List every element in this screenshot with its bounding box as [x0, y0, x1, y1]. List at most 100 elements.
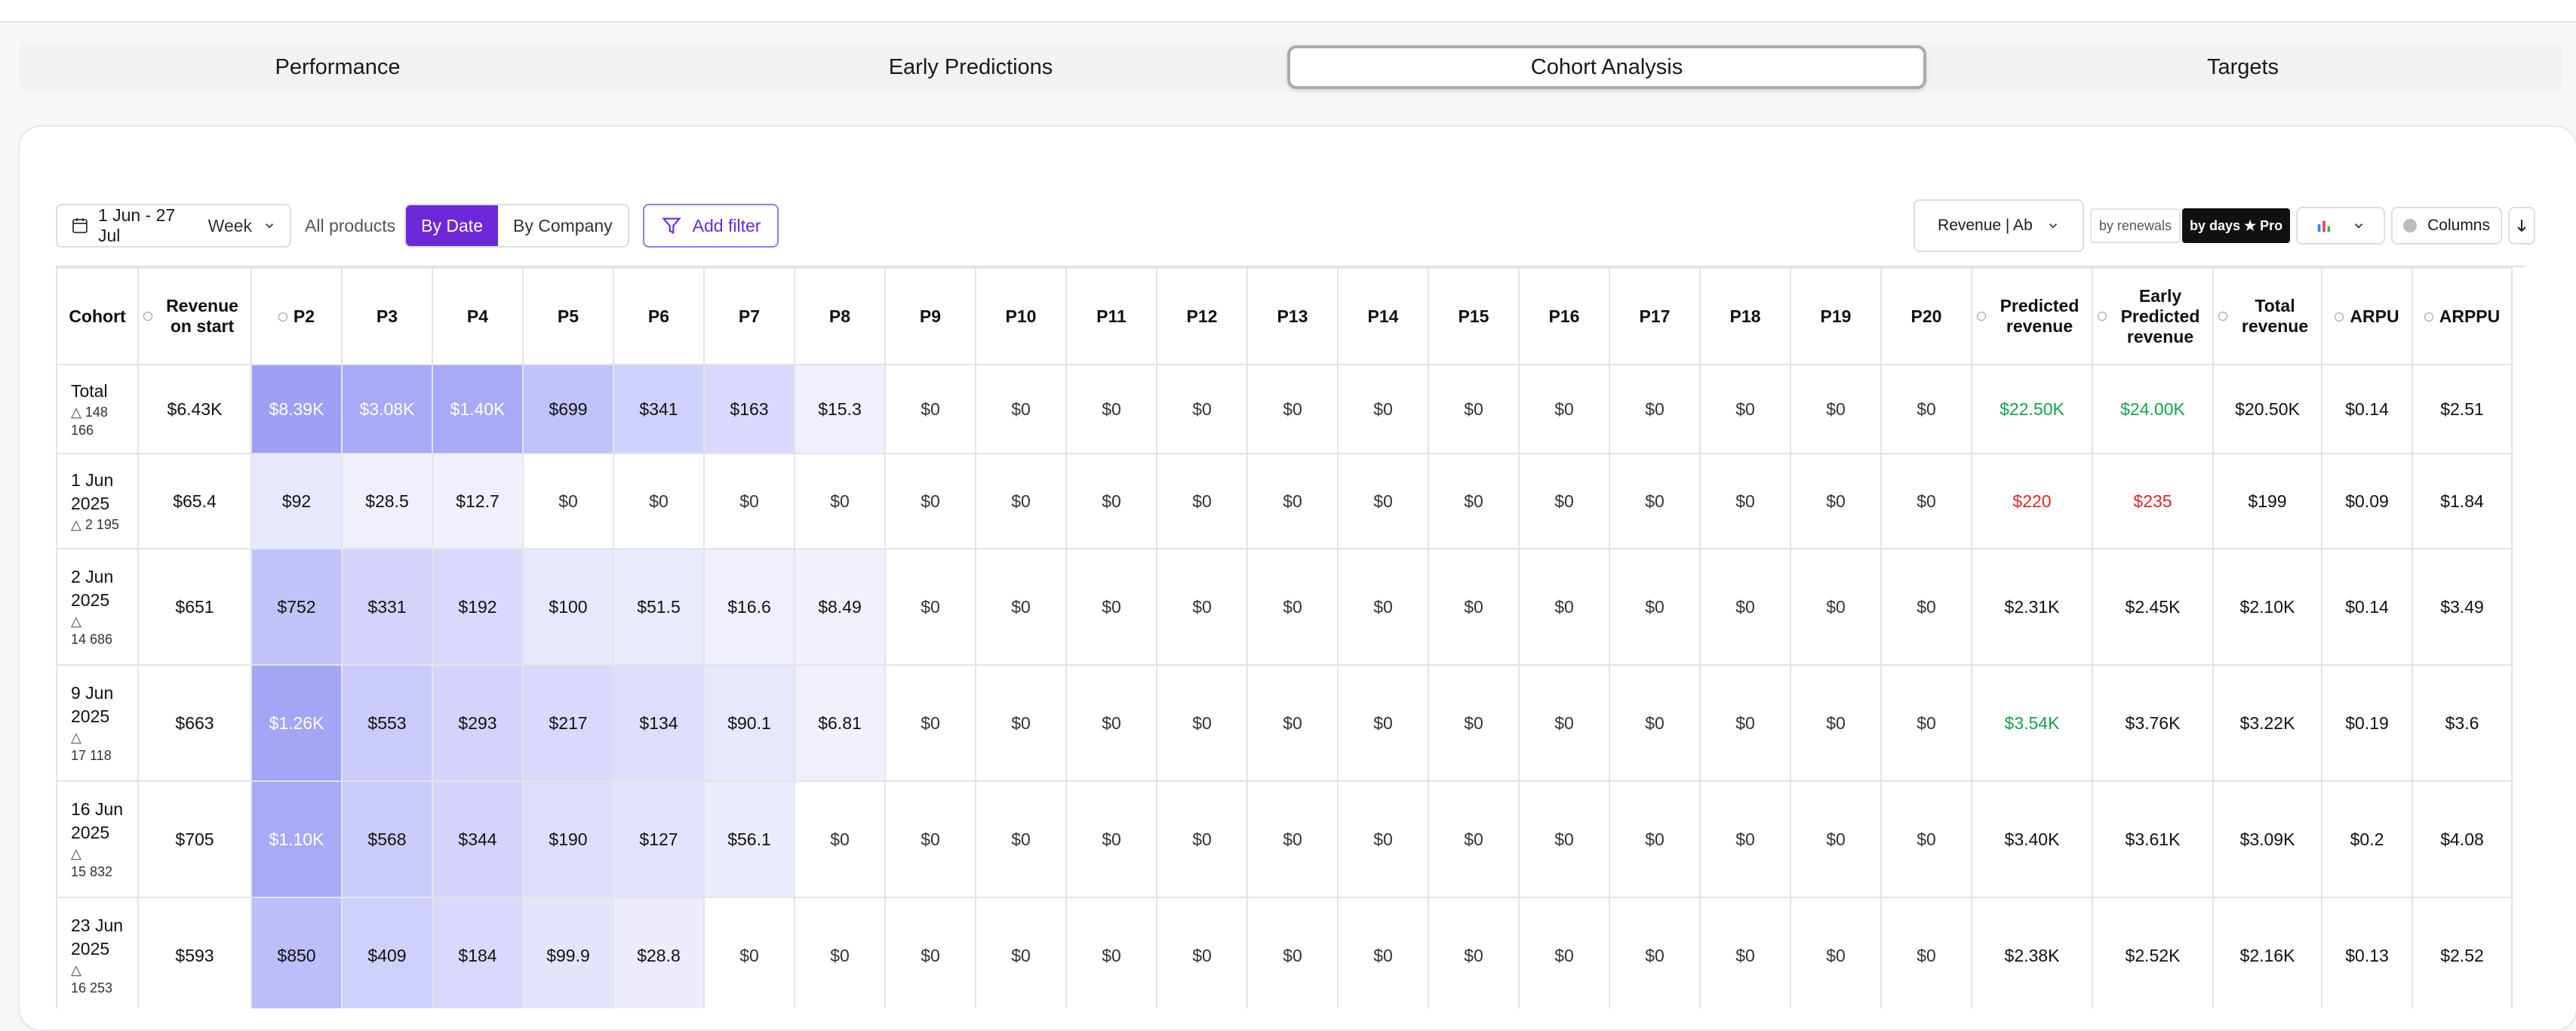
column-header[interactable]: P7 [703, 267, 795, 365]
sort-circle-icon[interactable] [2098, 312, 2107, 321]
total-revenue-cell: $2.16K [2212, 897, 2322, 1008]
cohort-cell: 9 Jun 2025 △ 17 118 [56, 664, 139, 782]
early-predicted-revenue-cell: $2.45K [2092, 548, 2214, 666]
period-cell: $0 [884, 664, 976, 782]
column-header[interactable]: Revenue on start [137, 267, 252, 365]
sort-circle-icon[interactable] [2218, 312, 2227, 321]
tab-targets[interactable]: Targets [1926, 45, 2559, 89]
column-header[interactable]: P10 [975, 267, 1067, 365]
column-header[interactable]: P16 [1518, 267, 1610, 365]
column-header[interactable]: P14 [1337, 267, 1429, 365]
column-header[interactable]: P12 [1156, 267, 1248, 365]
tab-cohort-analysis[interactable]: Cohort Analysis [1287, 45, 1926, 89]
column-header[interactable]: P5 [522, 267, 614, 365]
by-renewals-toggle[interactable]: by renewals [2089, 208, 2181, 243]
table-row[interactable]: 1 Jun 2025 △ 2 195 $65.4 $92 $28.5 $12.7 $0 $0 $… [56, 453, 2513, 549]
sort-circle-icon[interactable] [2424, 312, 2433, 322]
period-cell: $0 [1247, 453, 1339, 549]
period-cell: $16.6 [703, 548, 795, 666]
column-header-label: P9 [919, 306, 942, 326]
cohort-users: △ 2 195 [71, 516, 133, 534]
cohort-name: 23 Jun 2025 [71, 916, 124, 959]
column-header[interactable]: P18 [1699, 267, 1791, 365]
revenue-on-start-cell: $663 [137, 664, 252, 782]
period-cell: $0 [1065, 897, 1157, 1008]
column-header[interactable]: P6 [613, 267, 705, 365]
arppu-cell: $3.49 [2412, 548, 2513, 666]
by-company-option[interactable]: By Company [498, 205, 628, 246]
column-header[interactable]: ARPPU [2412, 267, 2513, 365]
column-header-content: P19 [1821, 306, 1852, 327]
column-header-label: P3 [376, 306, 398, 326]
granularity-label: Week [207, 215, 253, 235]
sort-circle-icon[interactable] [278, 312, 287, 322]
chevron-down-icon [2354, 223, 2363, 229]
cohort-cell: 23 Jun 2025 △ 16 253 [56, 897, 139, 1008]
column-header[interactable]: P19 [1790, 267, 1882, 365]
column-header-content: Early Predicted revenue [2098, 286, 2208, 347]
period-cell: $163 [703, 364, 795, 454]
column-header[interactable]: P8 [794, 267, 886, 365]
period-cell: $0 [1518, 364, 1610, 454]
column-header-content: Cohort [69, 306, 125, 327]
period-cell: $99.9 [522, 897, 614, 1008]
sort-circle-icon[interactable] [1977, 312, 1986, 321]
date-range-picker[interactable]: 1 Jun - 27 Jul Week [56, 204, 291, 248]
column-header-label: Early Predicted revenue [2120, 285, 2200, 346]
arppu-cell: $1.84 [2412, 453, 2513, 549]
cohort-name: 1 Jun 2025 [71, 470, 114, 513]
products-selector[interactable]: All products [305, 216, 395, 236]
period-cell: $0 [1428, 364, 1520, 454]
period-cell: $293 [432, 664, 524, 782]
tab-early-predictions[interactable]: Early Predictions [654, 45, 1287, 89]
column-header[interactable]: Early Predicted revenue [2092, 267, 2214, 365]
chart-type-button[interactable] [2296, 207, 2386, 245]
metric-select[interactable]: Revenue | Ab [1913, 199, 2084, 252]
period-cell: $0 [1247, 548, 1339, 666]
column-header-content: P5 [558, 306, 579, 327]
period-cell: $0 [1518, 664, 1610, 782]
early-predicted-revenue-cell: $3.61K [2092, 780, 2214, 898]
table-row[interactable]: 23 Jun 2025 △ 16 253 $593 $850 $409 $184 $99.9 $… [56, 897, 2513, 1008]
download-button[interactable] [2508, 207, 2535, 245]
column-header[interactable]: P3 [341, 267, 433, 365]
arpu-cell: $0.14 [2321, 364, 2413, 454]
columns-button[interactable]: Columns [2391, 207, 2502, 245]
period-cell: $0 [1247, 897, 1339, 1008]
revenue-on-start-cell: $651 [137, 548, 252, 666]
table-row[interactable]: 2 Jun 2025 △ 14 686 $651 $752 $331 $192 $100 $51… [56, 548, 2513, 666]
period-cell: $184 [432, 897, 524, 1008]
column-header[interactable]: Predicted revenue [1971, 267, 2093, 365]
add-filter-button[interactable]: Add filter [642, 204, 779, 248]
column-header[interactable]: Cohort [56, 267, 139, 365]
sort-circle-icon[interactable] [2335, 312, 2344, 322]
table-row[interactable]: 9 Jun 2025 △ 17 118 $663 $1.26K $553 $293 $217 $… [56, 664, 2513, 782]
table-row[interactable]: Total △ 148 166 $6.43K $8.39K $3.08K $1.40K $6… [56, 364, 2513, 454]
column-header[interactable]: ARPU [2321, 267, 2413, 365]
period-cell: $0 [1880, 548, 1972, 666]
table-row[interactable]: 16 Jun 2025 △ 15 832 $705 $1.10K $568 $344 $190… [56, 780, 2513, 898]
by-days-pro-toggle[interactable]: by days ★ Pro [2181, 208, 2291, 243]
by-date-option[interactable]: By Date [406, 205, 498, 246]
period-cell: $3.08K [341, 364, 433, 454]
column-header[interactable]: P17 [1609, 267, 1701, 365]
triangle-icon: △ [71, 962, 81, 977]
sort-circle-icon[interactable] [143, 312, 152, 321]
column-header[interactable]: P2 [251, 267, 343, 365]
column-header[interactable]: Total revenue [2212, 267, 2322, 365]
column-header-label: P12 [1186, 306, 1218, 326]
column-header[interactable]: P9 [884, 267, 976, 365]
total-revenue-cell: $20.50K [2212, 364, 2322, 454]
column-header-label: P6 [647, 306, 670, 326]
column-header[interactable]: P11 [1065, 267, 1157, 365]
tab-performance[interactable]: Performance [21, 45, 654, 89]
cohort-users-count: 15 832 [71, 864, 113, 879]
column-header-label: P17 [1639, 306, 1671, 326]
column-header[interactable]: P4 [432, 267, 524, 365]
column-header-label: Predicted revenue [2000, 296, 2080, 336]
column-header-label: P19 [1820, 306, 1852, 326]
cohort-name: 9 Jun 2025 [71, 683, 114, 726]
column-header[interactable]: P20 [1880, 267, 1972, 365]
column-header[interactable]: P13 [1247, 267, 1339, 365]
column-header[interactable]: P15 [1428, 267, 1520, 365]
